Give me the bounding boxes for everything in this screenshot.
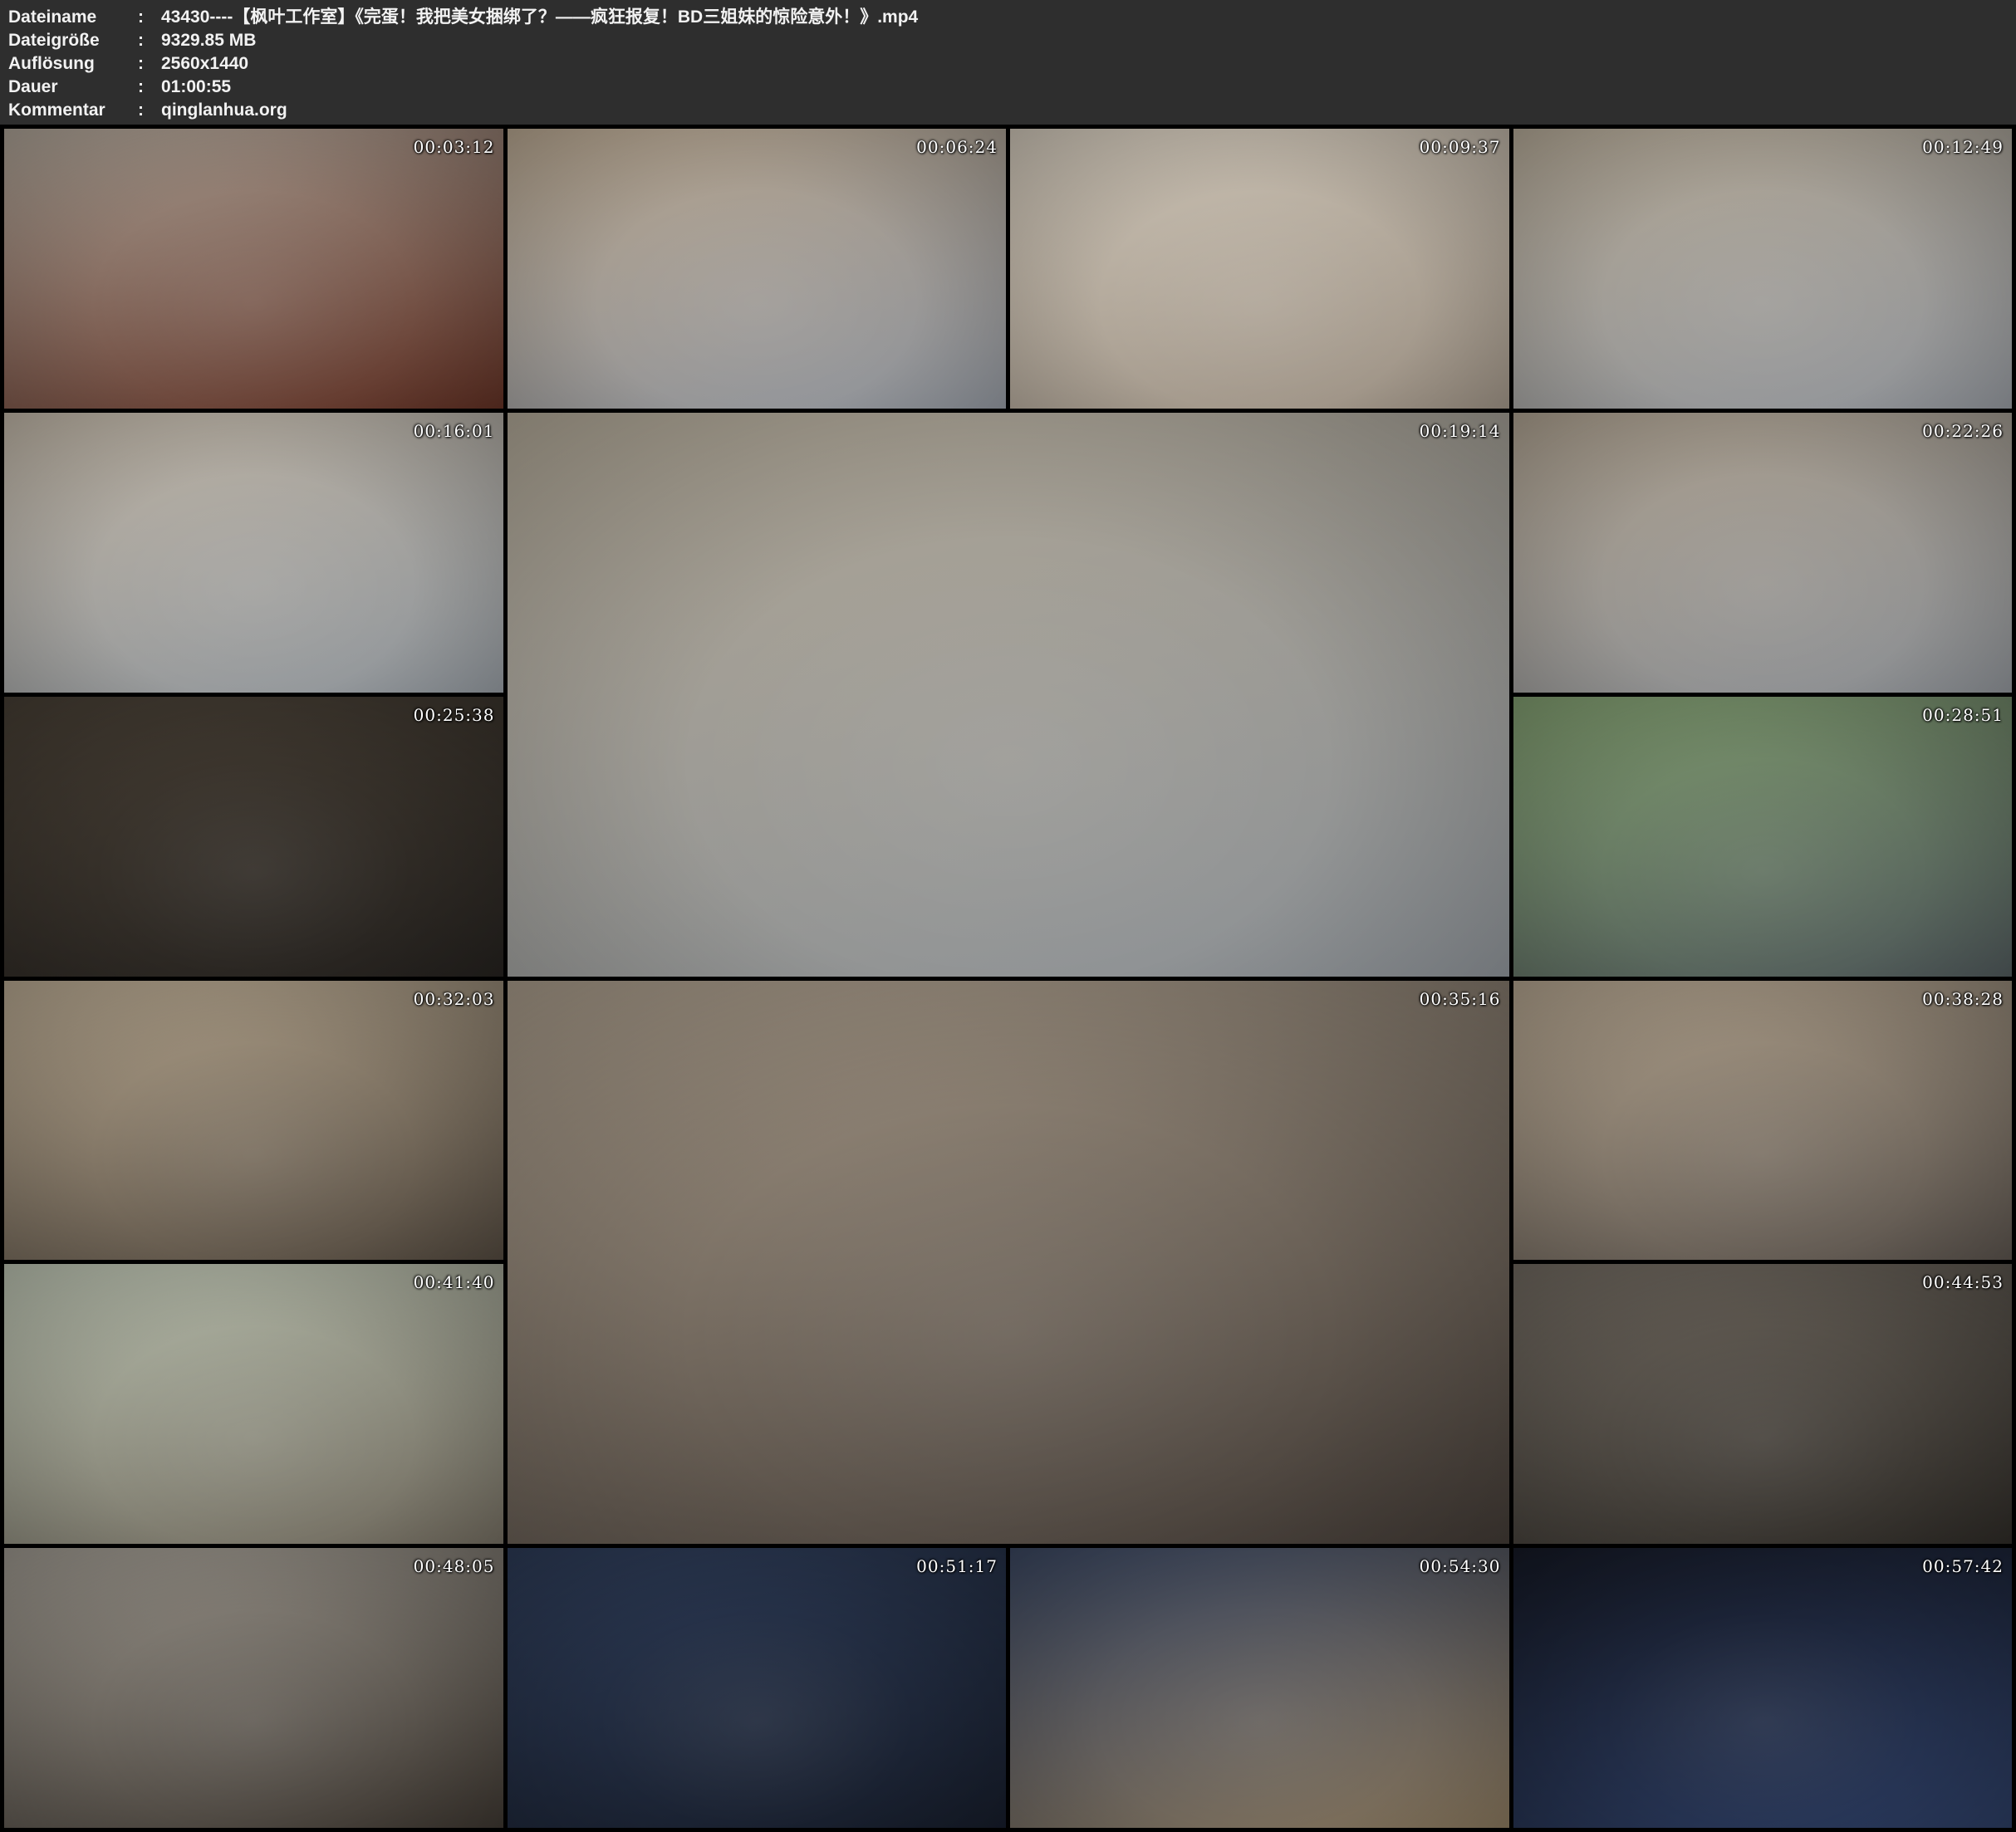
timestamp-overlay: 00:57:42: [1922, 1556, 2004, 1576]
field-label-aufloesung: Auflösung: [8, 52, 138, 76]
video-thumbnail: 00:32:03: [4, 981, 503, 1261]
timestamp-overlay: 00:44:53: [1922, 1272, 2004, 1292]
video-thumbnail: 00:09:37: [1010, 129, 1509, 409]
video-thumbnail: 00:03:12: [4, 129, 503, 409]
filesize-value: 9329.85 MB: [161, 29, 2016, 52]
timestamp-overlay: 00:12:49: [1922, 137, 2004, 157]
timestamp-overlay: 00:35:16: [1420, 989, 1501, 1009]
file-info-row: Kommentar : qinglanhua.org: [8, 99, 2016, 122]
timestamp-overlay: 00:51:17: [916, 1556, 998, 1576]
field-label-dateiname: Dateiname: [8, 6, 138, 29]
video-thumbnail: 00:51:17: [508, 1548, 1007, 1828]
video-thumbnail: 00:41:40: [4, 1264, 503, 1544]
video-thumbnail: 00:25:38: [4, 697, 503, 977]
video-thumbnail: 00:44:53: [1513, 1264, 2013, 1544]
timestamp-overlay: 00:54:30: [1420, 1556, 1501, 1576]
timestamp-overlay: 00:28:51: [1922, 705, 2004, 725]
video-thumbnail: 00:06:24: [508, 129, 1007, 409]
video-thumbnail-large: 00:35:16: [508, 981, 1509, 1545]
timestamp-overlay: 00:09:37: [1420, 137, 1501, 157]
timestamp-overlay: 00:19:14: [1420, 421, 1501, 441]
file-info-row: Dateigröße : 9329.85 MB: [8, 29, 2016, 52]
timestamp-overlay: 00:32:03: [414, 989, 495, 1009]
field-separator: :: [138, 6, 161, 29]
duration-value: 01:00:55: [161, 76, 2016, 99]
video-thumbnail: 00:48:05: [4, 1548, 503, 1828]
timestamp-overlay: 00:03:12: [414, 137, 495, 157]
thumbnail-grid: 00:03:12 00:06:24 00:09:37 00:12:49 00:1…: [0, 125, 2016, 1832]
field-label-kommentar: Kommentar: [8, 99, 138, 122]
timestamp-overlay: 00:48:05: [414, 1556, 495, 1576]
timestamp-overlay: 00:41:40: [414, 1272, 495, 1292]
file-info-row: Dateiname : 43430----【枫叶工作室】《完蛋！我把美女捆绑了？…: [8, 6, 2016, 29]
field-separator: :: [138, 52, 161, 76]
field-separator: :: [138, 29, 161, 52]
video-thumbnail: 00:12:49: [1513, 129, 2013, 409]
field-separator: :: [138, 76, 161, 99]
video-thumbnail: 00:22:26: [1513, 413, 2013, 693]
video-thumbnail: 00:28:51: [1513, 697, 2013, 977]
timestamp-overlay: 00:16:01: [414, 421, 495, 441]
timestamp-overlay: 00:06:24: [916, 137, 998, 157]
video-thumbnail: 00:38:28: [1513, 981, 2013, 1261]
file-info-header: Dateiname : 43430----【枫叶工作室】《完蛋！我把美女捆绑了？…: [0, 0, 2016, 125]
video-thumbnail-large: 00:19:14: [508, 413, 1509, 977]
file-info-row: Dauer : 01:00:55: [8, 76, 2016, 99]
timestamp-overlay: 00:22:26: [1922, 421, 2004, 441]
field-label-dateigroesse: Dateigröße: [8, 29, 138, 52]
comment-value: qinglanhua.org: [161, 99, 2016, 122]
filename-value: 43430----【枫叶工作室】《完蛋！我把美女捆绑了？——疯狂报复！BD三姐妹…: [161, 6, 2016, 29]
field-separator: :: [138, 99, 161, 122]
resolution-value: 2560x1440: [161, 52, 2016, 76]
timestamp-overlay: 00:38:28: [1922, 989, 2004, 1009]
video-thumbnail: 00:54:30: [1010, 1548, 1509, 1828]
field-label-dauer: Dauer: [8, 76, 138, 99]
video-thumbnail: 00:57:42: [1513, 1548, 2013, 1828]
file-info-row: Auflösung : 2560x1440: [8, 52, 2016, 76]
timestamp-overlay: 00:25:38: [414, 705, 495, 725]
contact-sheet: Dateiname : 43430----【枫叶工作室】《完蛋！我把美女捆绑了？…: [0, 0, 2016, 1832]
video-thumbnail: 00:16:01: [4, 413, 503, 693]
